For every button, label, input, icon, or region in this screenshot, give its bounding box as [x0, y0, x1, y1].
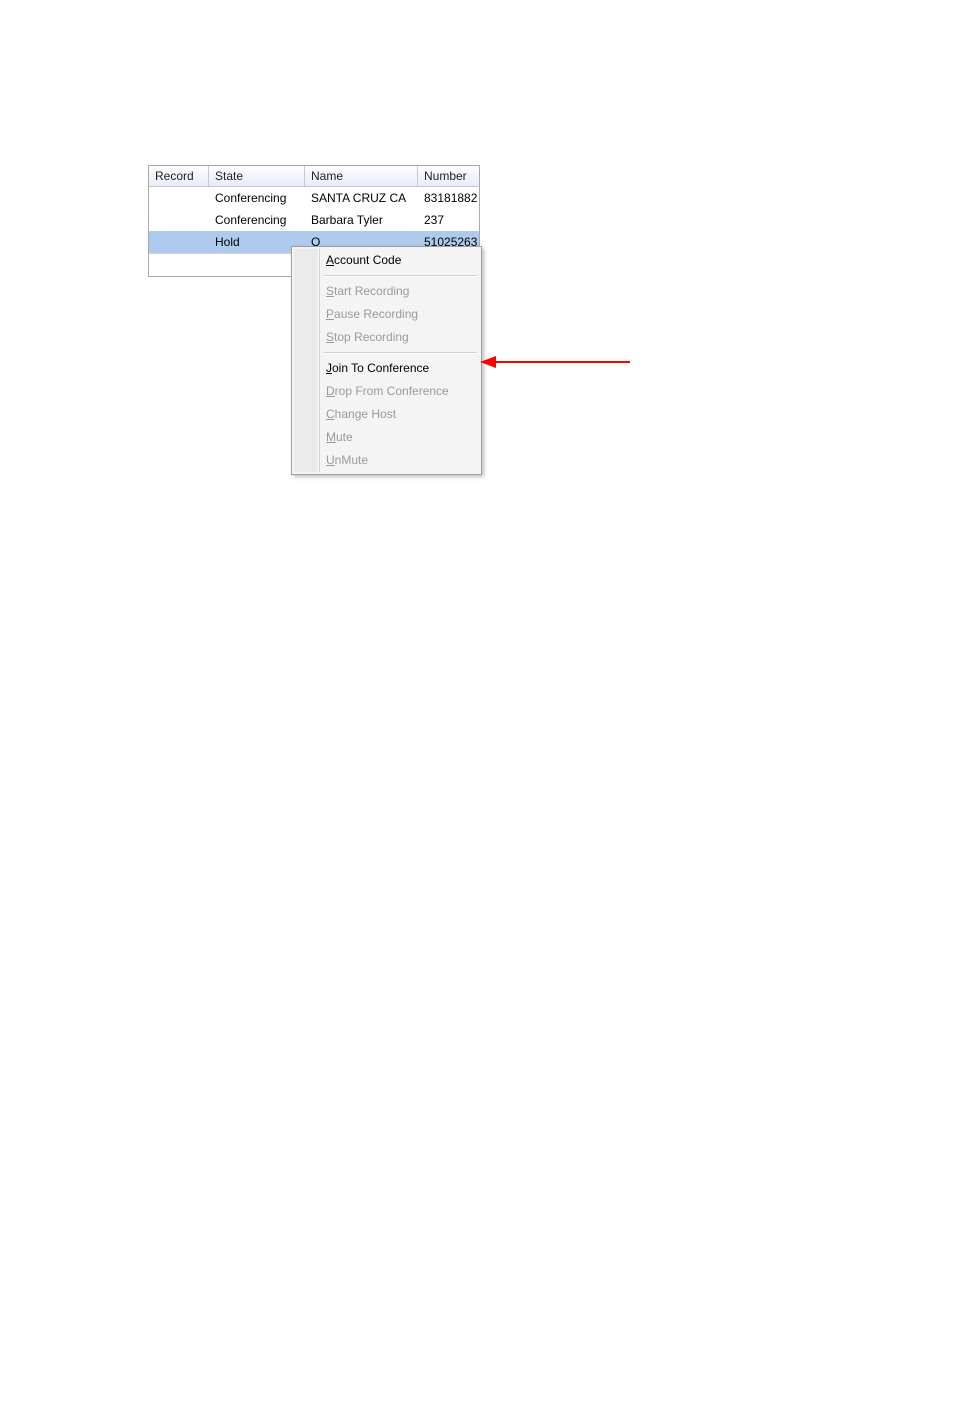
cell-state: Conferencing	[209, 209, 305, 231]
mnemonic: S	[326, 284, 334, 298]
mnemonic: M	[326, 430, 336, 444]
table-header-row: Record State Name Number	[149, 166, 479, 187]
menu-item-start-recording[interactable]: Start Recording	[294, 280, 479, 303]
column-header-record[interactable]: Record	[149, 166, 209, 186]
menu-item-label: nMute	[335, 453, 368, 467]
context-menu: Account Code Start Recording Pause Recor…	[291, 246, 482, 475]
menu-item-unmute[interactable]: UnMute	[294, 449, 479, 472]
menu-item-label: tart Recording	[334, 284, 409, 298]
cell-state: Conferencing	[209, 187, 305, 209]
menu-item-join-to-conference[interactable]: Join To Conference	[294, 357, 479, 380]
cell-number: 83181882	[418, 187, 479, 209]
cell-record	[149, 209, 209, 231]
mnemonic: U	[326, 453, 335, 467]
menu-item-label: oin To Conference	[332, 361, 429, 375]
column-header-name[interactable]: Name	[305, 166, 418, 186]
annotation-arrow-icon	[480, 352, 630, 372]
menu-item-change-host[interactable]: Change Host	[294, 403, 479, 426]
mnemonic: D	[326, 384, 335, 398]
column-header-number[interactable]: Number	[418, 166, 479, 186]
table-row[interactable]: Conferencing Barbara Tyler 237	[149, 209, 479, 231]
menu-item-label: hange Host	[335, 407, 396, 421]
menu-item-mute[interactable]: Mute	[294, 426, 479, 449]
menu-separator	[324, 352, 477, 354]
mnemonic: S	[326, 330, 334, 344]
cell-number: 237	[418, 209, 479, 231]
cell-name: Barbara Tyler	[305, 209, 418, 231]
menu-item-label: ause Recording	[334, 307, 418, 321]
cell-record	[149, 231, 209, 253]
mnemonic: C	[326, 407, 335, 421]
menu-item-drop-from-conference[interactable]: Drop From Conference	[294, 380, 479, 403]
mnemonic: P	[326, 307, 334, 321]
cell-name: SANTA CRUZ CA	[305, 187, 418, 209]
column-header-state[interactable]: State	[209, 166, 305, 186]
menu-item-label: rop From Conference	[335, 384, 449, 398]
table-row[interactable]: Conferencing SANTA CRUZ CA 83181882	[149, 187, 479, 209]
menu-item-stop-recording[interactable]: Stop Recording	[294, 326, 479, 349]
menu-item-label: top Recording	[334, 330, 409, 344]
menu-item-pause-recording[interactable]: Pause Recording	[294, 303, 479, 326]
menu-item-label: ccount Code	[334, 253, 401, 267]
menu-item-label: ute	[336, 430, 353, 444]
cell-record	[149, 187, 209, 209]
menu-item-account-code[interactable]: Account Code	[294, 249, 479, 272]
mnemonic: A	[326, 253, 334, 267]
menu-separator	[324, 275, 477, 277]
